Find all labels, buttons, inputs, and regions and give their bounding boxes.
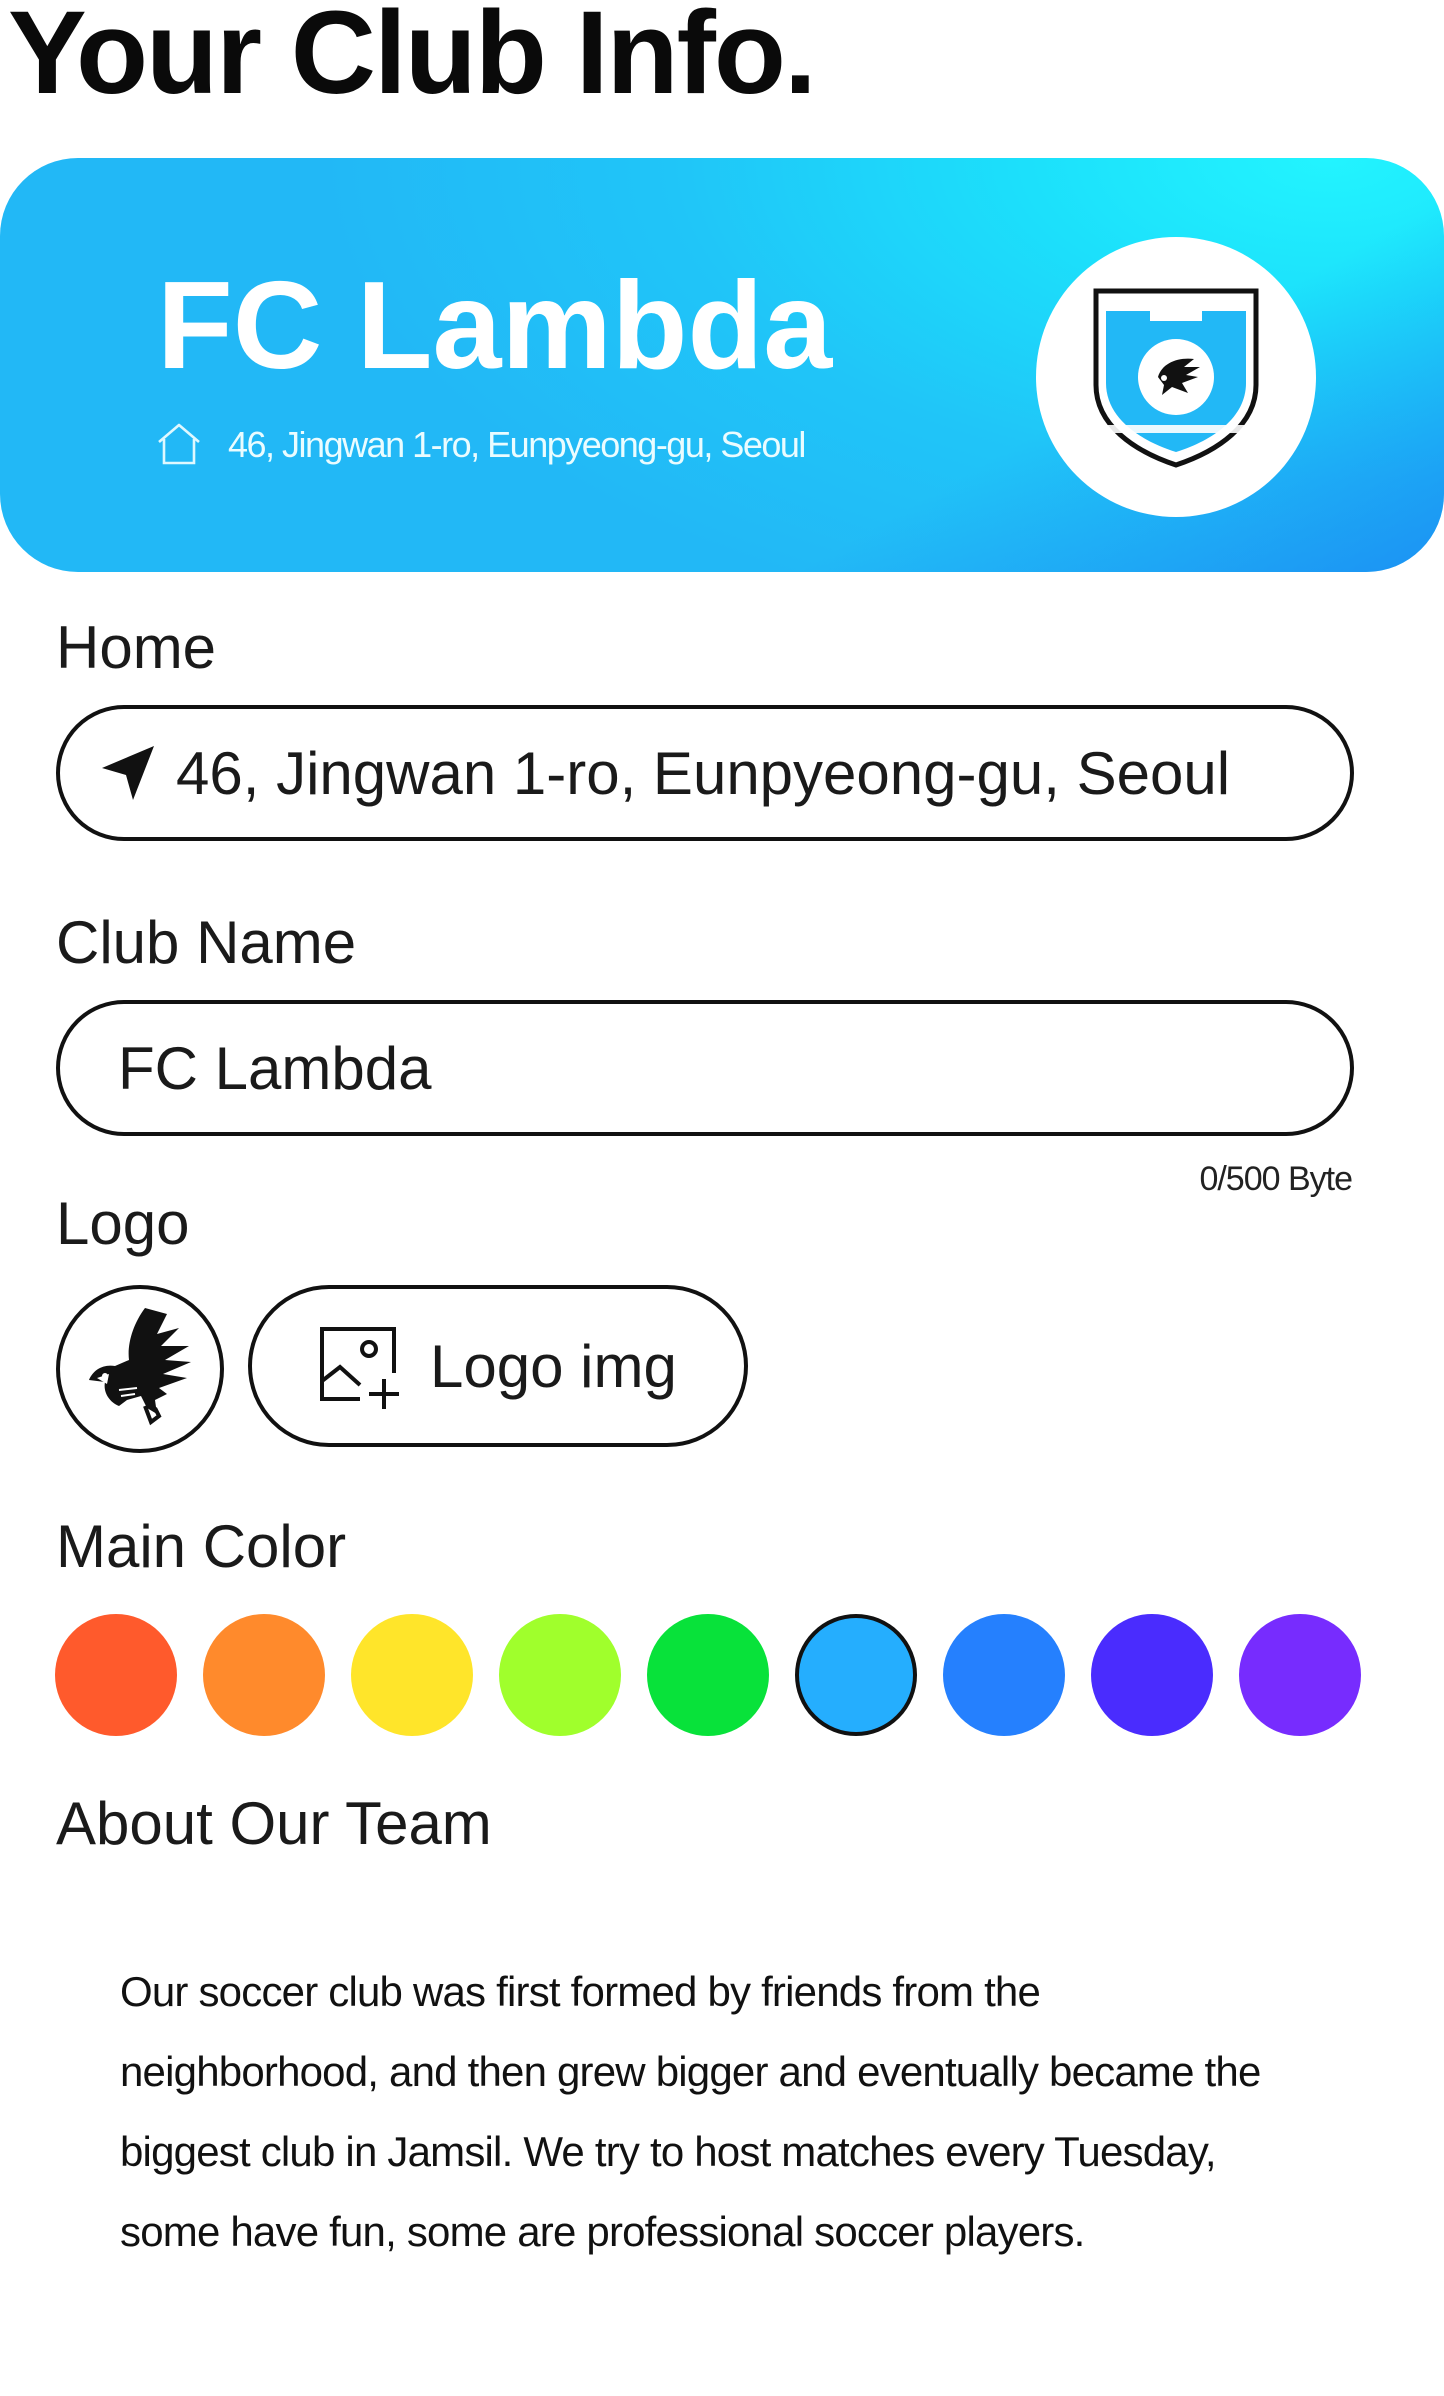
color-swatch-4[interactable] <box>499 1614 621 1736</box>
color-swatch-2[interactable] <box>203 1614 325 1736</box>
club-badge <box>1036 237 1316 517</box>
club-hero-card: FC Lambda 46, Jingwan 1-ro, Eunpyeong-gu… <box>0 158 1444 572</box>
logo-upload-label: Logo img <box>430 1332 677 1400</box>
color-swatch-1[interactable] <box>55 1614 177 1736</box>
byte-counter: 0/500 Byte <box>1199 1160 1353 1198</box>
about-text[interactable]: Our soccer club was first formed by frie… <box>120 1952 1280 2272</box>
location-arrow-icon <box>102 746 154 800</box>
home-address-value: 46, Jingwan 1-ro, Eunpyeong-gu, Seoul <box>176 739 1231 807</box>
page-title: Your Club Info. <box>8 0 817 119</box>
color-swatch-3[interactable] <box>351 1614 473 1736</box>
club-name-input[interactable]: FC Lambda <box>56 1000 1354 1136</box>
about-label: About Our Team <box>56 1790 492 1857</box>
home-address-field[interactable]: 46, Jingwan 1-ro, Eunpyeong-gu, Seoul <box>56 705 1354 841</box>
logo-preview[interactable] <box>56 1285 224 1453</box>
home-icon <box>158 423 200 465</box>
logo-label: Logo <box>56 1190 190 1257</box>
club-crest-icon <box>1093 288 1259 468</box>
falcon-logo-icon <box>89 1308 191 1426</box>
logo-upload-button[interactable]: Logo img <box>248 1285 748 1447</box>
color-swatch-7[interactable] <box>943 1614 1065 1736</box>
color-swatch-5[interactable] <box>647 1614 769 1736</box>
hero-club-name: FC Lambda <box>157 257 833 395</box>
color-swatch-9[interactable] <box>1239 1614 1361 1736</box>
home-label: Home <box>56 614 217 681</box>
main-color-label: Main Color <box>56 1513 347 1580</box>
club-name-label: Club Name <box>56 909 357 976</box>
hero-address: 46, Jingwan 1-ro, Eunpyeong-gu, Seoul <box>228 424 806 465</box>
add-image-icon <box>320 1327 399 1409</box>
color-swatch-8[interactable] <box>1091 1614 1213 1736</box>
club-name-value: FC Lambda <box>118 1034 432 1102</box>
color-swatch-6[interactable] <box>795 1614 917 1736</box>
